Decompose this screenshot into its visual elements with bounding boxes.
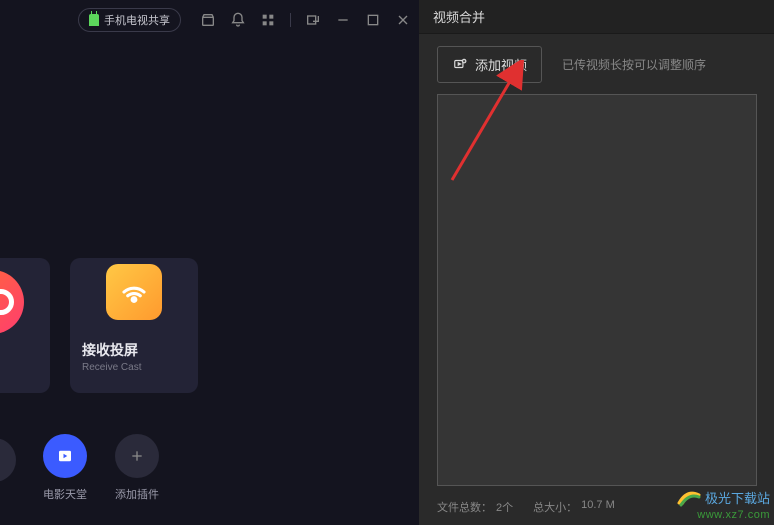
card-partial[interactable] bbox=[0, 258, 50, 393]
video-list-area[interactable] bbox=[437, 94, 757, 486]
grid-icon[interactable] bbox=[260, 12, 276, 28]
total-size-value: 10.7 M bbox=[581, 499, 615, 515]
watermark-url: www.xz7.com bbox=[677, 509, 770, 521]
total-size-label: 总大小： bbox=[533, 499, 577, 515]
video-plus-icon bbox=[452, 57, 468, 71]
bottom-row: 电影天堂 添加插件 bbox=[0, 410, 159, 525]
cinema-item[interactable]: 电影天堂 bbox=[43, 434, 87, 502]
cinema-label: 电影天堂 bbox=[43, 486, 87, 502]
left-panel: 手机电视共享 bbox=[0, 0, 419, 525]
watermark-name: 极光下载站 bbox=[705, 488, 770, 507]
card-title: 接收投屏 bbox=[82, 340, 186, 360]
add-video-button[interactable]: 添加视频 bbox=[437, 46, 542, 83]
wifi-icon bbox=[106, 264, 162, 320]
orange-circle-icon bbox=[0, 270, 24, 334]
store-icon[interactable] bbox=[200, 12, 216, 28]
add-video-label: 添加视频 bbox=[475, 55, 527, 74]
watermark-logo-icon bbox=[677, 485, 701, 509]
right-header-title: 视频合并 bbox=[419, 0, 774, 34]
mini-mode-icon[interactable] bbox=[305, 12, 321, 28]
window-controls bbox=[305, 12, 411, 28]
card-subtitle: Receive Cast bbox=[82, 362, 186, 373]
plus-icon bbox=[115, 434, 159, 478]
status-bar: 文件总数： 2个 总大小： 10.7 M bbox=[437, 499, 615, 515]
file-count-label: 文件总数： bbox=[437, 499, 492, 515]
watermark: 极光下载站 www.xz7.com bbox=[677, 485, 770, 521]
bell-icon[interactable] bbox=[230, 12, 246, 28]
play-icon bbox=[43, 434, 87, 478]
close-icon[interactable] bbox=[395, 12, 411, 28]
card-area: 接收投屏 Receive Cast bbox=[0, 258, 198, 393]
right-toolbar: 添加视频 已传视频长按可以调整顺序 bbox=[419, 34, 774, 94]
android-icon bbox=[89, 14, 99, 26]
hint-text: 已传视频长按可以调整顺序 bbox=[562, 56, 706, 73]
share-badge-label: 手机电视共享 bbox=[104, 12, 170, 28]
minimize-icon[interactable] bbox=[335, 12, 351, 28]
add-plugin-label: 添加插件 bbox=[115, 486, 159, 502]
file-count-value: 2个 bbox=[496, 499, 513, 515]
right-panel: 视频合并 添加视频 已传视频长按可以调整顺序 文件总数： 2个 总大小： 10.… bbox=[419, 0, 774, 525]
divider bbox=[290, 13, 291, 27]
share-badge[interactable]: 手机电视共享 bbox=[78, 8, 181, 32]
add-plugin-item[interactable]: 添加插件 bbox=[115, 434, 159, 502]
maximize-icon[interactable] bbox=[365, 12, 381, 28]
titlebar-icons bbox=[200, 12, 411, 28]
titlebar: 手机电视共享 bbox=[0, 0, 419, 40]
receive-cast-card[interactable]: 接收投屏 Receive Cast bbox=[70, 258, 198, 393]
